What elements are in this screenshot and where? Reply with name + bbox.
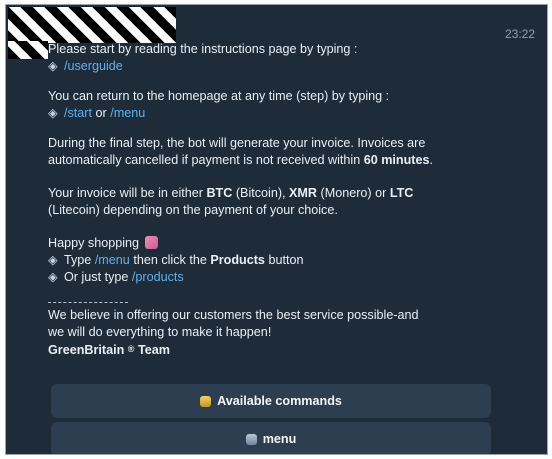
paragraph-homepage: You can return to the homepage at any ti… bbox=[48, 88, 488, 122]
command-link-start[interactable]: /start bbox=[64, 106, 92, 120]
message-text: (Bitcoin), bbox=[235, 186, 286, 200]
command-link-menu[interactable]: /menu bbox=[110, 106, 145, 120]
paragraph-shopping: Happy shopping ◈ Type /menu then click th… bbox=[48, 235, 488, 286]
message-text: then click the bbox=[133, 253, 207, 267]
message-text: Your invoice will be in either bbox=[48, 186, 203, 200]
message-text: automatically cancelled if payment is no… bbox=[48, 153, 361, 167]
bullet-icon: ◈ bbox=[48, 59, 58, 73]
message-text: . bbox=[429, 153, 434, 167]
message-text: We believe in offering our customers the… bbox=[48, 308, 419, 322]
message-bold-text: 60 minutes bbox=[363, 153, 430, 167]
paragraph-signature: We believe in offering our customers the… bbox=[48, 302, 488, 359]
message-text: You can return to the homepage at any ti… bbox=[48, 89, 390, 103]
message-text: Or just type bbox=[64, 270, 129, 284]
currency-ltc: LTC bbox=[389, 186, 414, 200]
available-commands-label: Available commands bbox=[217, 394, 342, 408]
message-text: button bbox=[268, 253, 304, 267]
message-bold-text: Products bbox=[210, 253, 265, 267]
available-commands-button[interactable]: Available commands bbox=[51, 384, 491, 418]
message-text: we will do everything to make it happen! bbox=[48, 325, 272, 339]
command-link-userguide[interactable]: /userguide bbox=[64, 59, 123, 73]
shopping-bags-icon bbox=[144, 236, 158, 249]
menu-label: menu bbox=[262, 432, 297, 446]
message-text: Happy shopping bbox=[48, 236, 140, 250]
redaction-block bbox=[8, 7, 176, 43]
message-text: or bbox=[95, 106, 107, 120]
message-text: (Monero) or bbox=[320, 186, 387, 200]
registered-mark: ® bbox=[127, 344, 135, 354]
tray-icon bbox=[200, 395, 212, 407]
currency-btc: BTC bbox=[206, 186, 233, 200]
paragraph-userguide: Please start by reading the instructions… bbox=[48, 41, 488, 75]
chat-window: 23:22 Please start by reading the instru… bbox=[5, 4, 548, 455]
menu-button[interactable]: menu bbox=[51, 422, 491, 454]
dotted-divider bbox=[48, 302, 128, 303]
message-text: Please start by reading the instructions… bbox=[48, 42, 358, 56]
message-text: (Litecoin) depending on the payment of y… bbox=[48, 203, 338, 217]
redaction-block bbox=[8, 41, 48, 59]
box-icon bbox=[245, 433, 257, 445]
message-timestamp: 23:22 bbox=[504, 27, 535, 41]
paragraph-currencies: Your invoice will be in either BTC (Bitc… bbox=[48, 185, 488, 219]
signature-name: GreenBritain bbox=[48, 343, 125, 357]
currency-xmr: XMR bbox=[289, 186, 318, 200]
paragraph-invoice-timeout: During the final step, the bot will gene… bbox=[48, 135, 488, 169]
message-text: Type bbox=[64, 253, 92, 267]
bot-message: Please start by reading the instructions… bbox=[48, 41, 488, 375]
command-link-products[interactable]: /products bbox=[132, 270, 184, 284]
message-text: During the final step, the bot will gene… bbox=[48, 136, 426, 150]
signature-team: Team bbox=[137, 343, 170, 357]
bullet-icon: ◈ bbox=[48, 253, 58, 267]
command-link-menu[interactable]: /menu bbox=[95, 253, 130, 267]
bullet-icon: ◈ bbox=[48, 270, 58, 284]
bullet-icon: ◈ bbox=[48, 106, 58, 120]
